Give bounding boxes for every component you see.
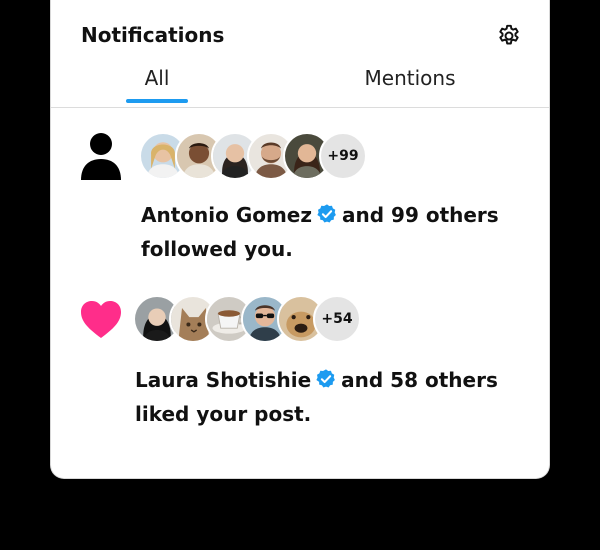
notification-message: Laura Shotishie and 58 others liked your … [135,363,545,431]
tab-all[interactable]: All [126,66,188,90]
page-title: Notifications [81,23,225,47]
gear-icon[interactable] [496,23,522,49]
notification-message: Antonio Gomez and 99 others followed you. [141,198,541,266]
actor-name[interactable]: Laura Shotishie [135,368,311,392]
verified-badge-icon [316,201,338,223]
panel-header: Notifications [51,0,549,60]
tab-mentions[interactable]: Mentions [351,66,469,90]
notifications-panel: Notifications All Mentions +99 Antonio G… [50,0,550,479]
message-rest-line1: and 58 others [341,368,498,392]
verified-badge-icon [315,366,337,388]
message-rest-line2: followed you. [141,237,293,261]
actor-name[interactable]: Antonio Gomez [141,203,312,227]
message-rest-line1: and 99 others [342,203,499,227]
heart-icon [79,298,123,342]
notification-item-follow[interactable]: +99 Antonio Gomez and 99 others followed … [51,108,549,268]
active-tab-indicator [126,99,188,103]
tab-bar: All Mentions [51,60,549,108]
message-rest-line2: liked your post. [135,402,312,426]
notification-item-like[interactable]: +54 Laura Shotishie and 58 others liked y… [51,280,549,450]
more-likes-badge[interactable]: +54 [313,295,361,343]
person-icon [79,132,123,182]
more-followers-badge[interactable]: +99 [319,132,367,180]
